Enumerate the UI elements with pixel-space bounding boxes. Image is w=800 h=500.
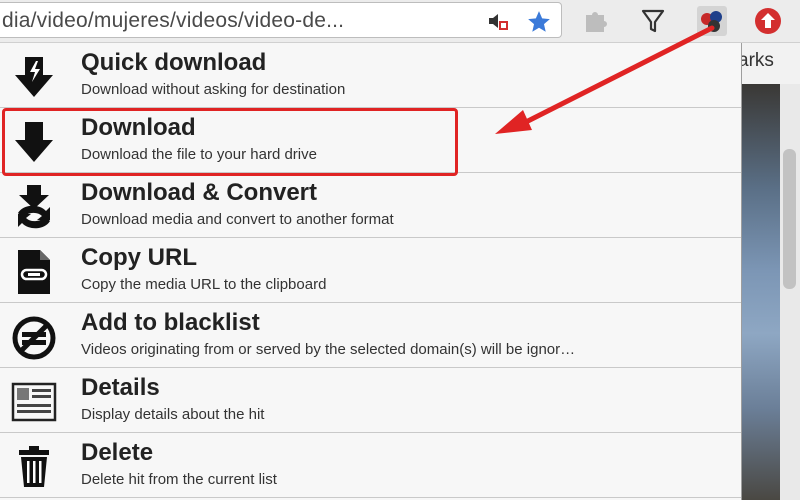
bookmarks-toolbar-fragment[interactable]: arks [738,50,774,72]
browser-toolbar: dia/video/mujeres/videos/video-de... [0,0,800,43]
menu-item-details[interactable]: Details Display details about the hit [0,368,741,433]
scrollbar-thumb[interactable] [783,149,796,289]
menu-item-add-to-blacklist[interactable]: Add to blacklist Videos originating from… [0,303,741,368]
menu-item-download-convert[interactable]: Download & Convert Download media and co… [0,173,741,238]
menu-item-title: Copy URL [81,244,197,271]
menu-item-description: Delete hit from the current list [81,471,277,488]
quick-download-icon [8,53,60,101]
menu-item-description: Copy the media URL to the clipboard [81,276,327,293]
address-bar[interactable]: dia/video/mujeres/videos/video-de... [0,2,562,38]
funnel-icon[interactable] [638,6,668,36]
blacklist-icon [8,313,60,361]
menu-item-delete[interactable]: Delete Delete hit from the current list [0,433,741,498]
upload-circle-icon[interactable] [753,6,783,36]
menu-item-description: Videos originating from or served by the… [81,341,576,358]
menu-item-title: Details [81,374,160,401]
page-video-thumbnail [740,84,780,500]
menu-item-title: Delete [81,439,154,466]
menu-item-quick-download[interactable]: Quick download Download without asking f… [0,43,741,108]
download-convert-icon [8,183,60,231]
menu-item-description: Download media and convert to another fo… [81,211,394,228]
menu-item-description: Download without asking for destination [81,81,346,98]
download-highlight-box [2,108,458,176]
media-capture-icon[interactable] [486,9,510,38]
menu-item-title: Add to blacklist [81,309,260,336]
menu-item-copy-url[interactable]: Copy URL Copy the media URL to the clipb… [0,238,741,303]
puzzle-extension-icon[interactable] [580,6,610,36]
details-icon [8,378,60,426]
url-text[interactable]: dia/video/mujeres/videos/video-de... [2,9,344,33]
trash-icon [8,443,60,491]
menu-item-title: Quick download [81,49,267,76]
bookmark-star-icon[interactable] [526,9,552,40]
copy-url-icon [8,248,60,296]
menu-item-title: Download & Convert [81,179,318,206]
menu-item-description: Display details about the hit [81,406,265,423]
page-scrollbar[interactable] [780,84,800,500]
video-downloadhelper-icon[interactable] [697,6,727,36]
